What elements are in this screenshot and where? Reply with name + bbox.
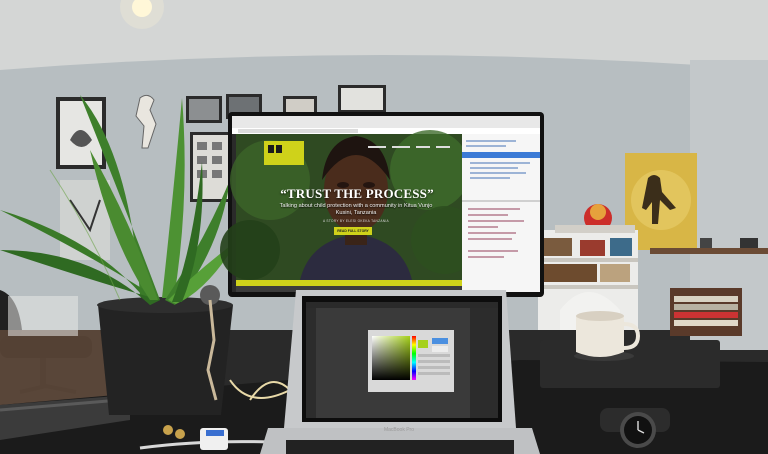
monitor-headline: “TRUST THE PROCESS”	[280, 186, 434, 201]
wall-shelf	[650, 248, 768, 254]
photo-scene: “TRUST THE PROCESS” Talking about child …	[0, 0, 768, 454]
monitor-subheading: Talking about child protection with a co…	[279, 203, 433, 216]
read-full-story-button[interactable]: READ FULL STORY	[334, 227, 372, 235]
scene-illustration	[0, 0, 768, 454]
monitor-byline: A STORY BY ELESI OKEKA TANZANIA	[323, 219, 389, 223]
laptop-brand-label: MacBook Pro	[383, 427, 414, 433]
